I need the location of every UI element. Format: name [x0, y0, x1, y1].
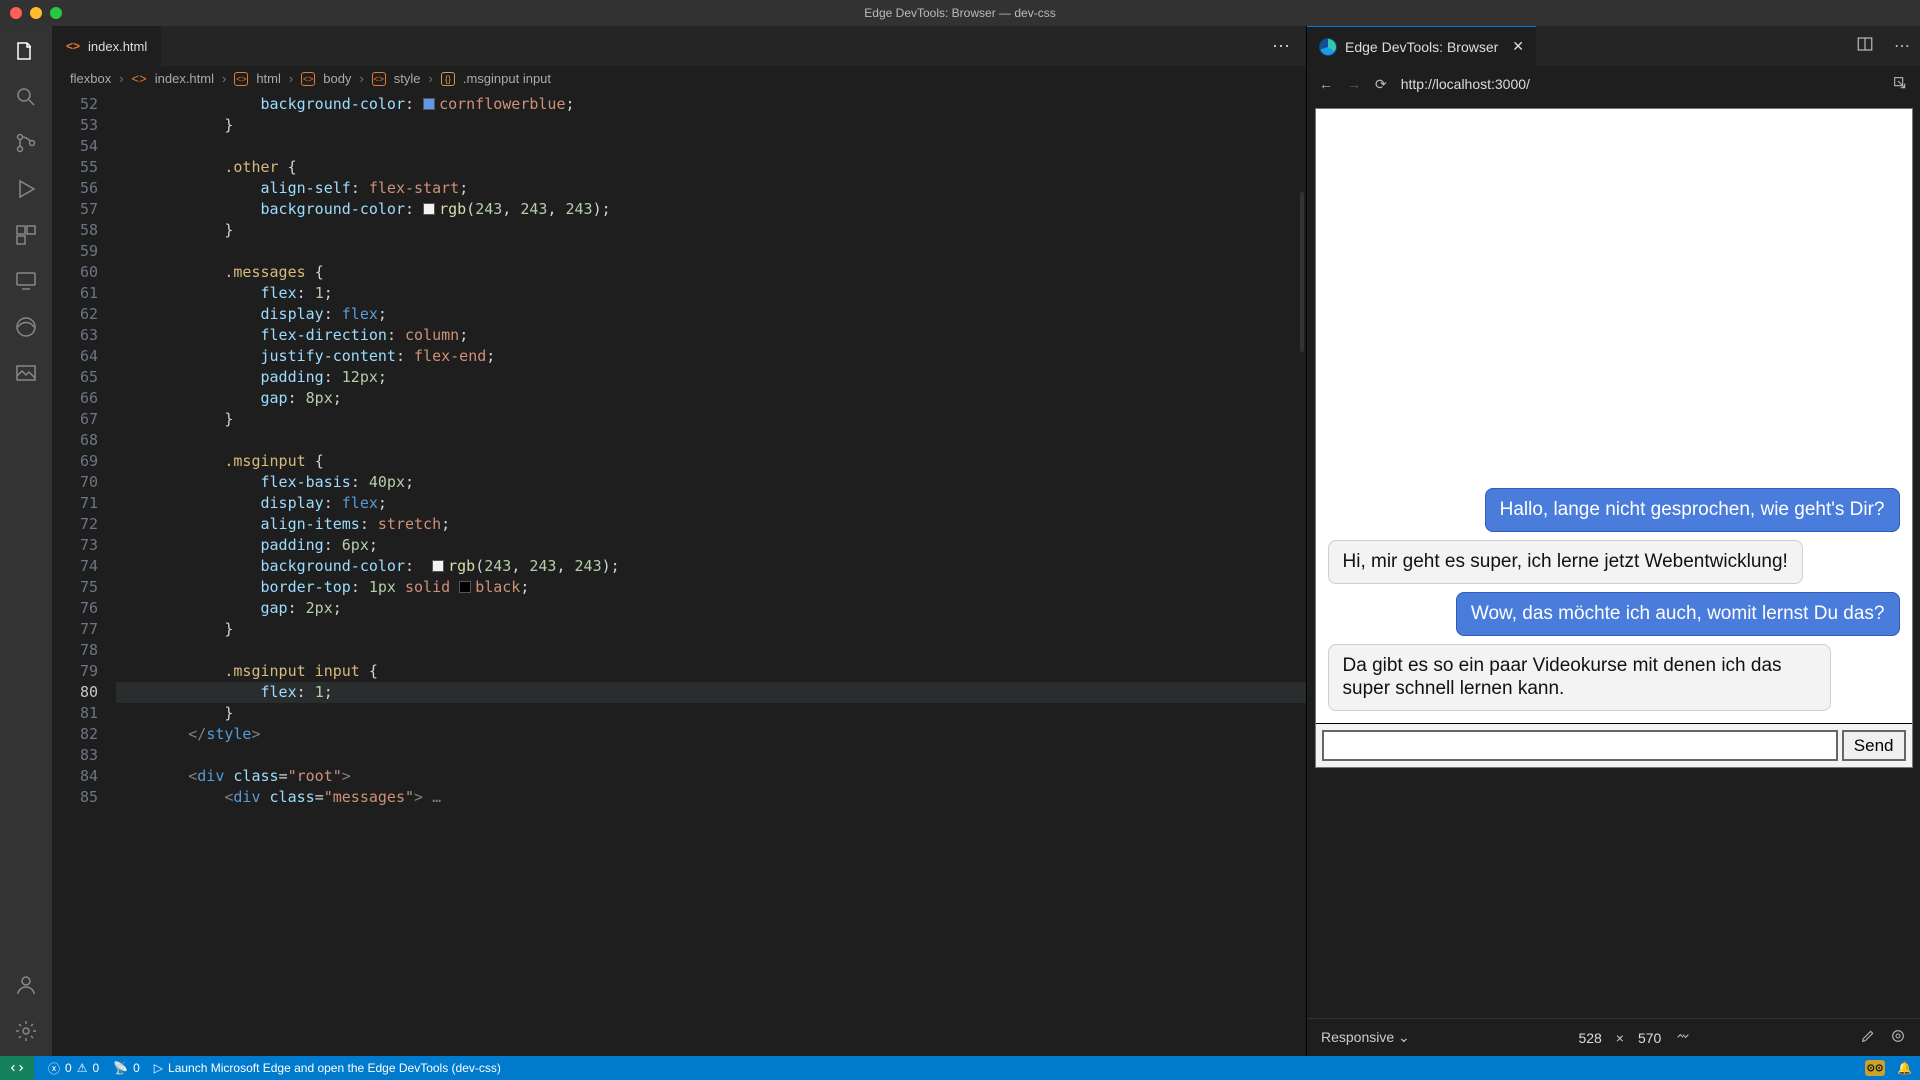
breadcrumb-body[interactable]: body: [323, 71, 351, 86]
send-button[interactable]: Send: [1842, 730, 1906, 761]
viewport-sep: ×: [1616, 1030, 1624, 1046]
radio-tower-icon: 📡: [113, 1061, 128, 1075]
ports-count: 0: [133, 1061, 140, 1075]
debug-icon: ▷: [154, 1061, 163, 1075]
source-control-icon[interactable]: [13, 130, 39, 156]
open-external-icon[interactable]: [1892, 75, 1908, 94]
split-editor-icon[interactable]: [1846, 35, 1884, 58]
panel-more-icon[interactable]: ⋯: [1884, 36, 1920, 56]
remote-indicator[interactable]: [0, 1056, 34, 1080]
problems-indicator[interactable]: ⓧ 0 ⚠ 0: [48, 1060, 99, 1077]
editor-tab-label: index.html: [88, 39, 147, 54]
chat-message: Da gibt es so ein paar Videokurse mit de…: [1328, 644, 1831, 712]
chat-message: Wow, das möchte ich auch, womit lernst D…: [1456, 592, 1900, 636]
line-number-gutter: 5253545556575859606162636465666768697071…: [52, 94, 116, 808]
nav-back-icon[interactable]: ←: [1319, 76, 1333, 92]
task-status[interactable]: ▷ Launch Microsoft Edge and open the Edg…: [154, 1061, 501, 1075]
window-close-button[interactable]: [10, 7, 22, 19]
accounts-icon[interactable]: [13, 972, 39, 998]
breadcrumb-style[interactable]: style: [394, 71, 421, 86]
chat-messages: Hallo, lange nicht gesprochen, wie geht'…: [1316, 109, 1912, 723]
address-bar[interactable]: http://localhost:3000/: [1401, 76, 1878, 92]
devtools-browser-pane: Edge DevTools: Browser ✕ ⋯ ← → ⟳ http://…: [1306, 26, 1920, 1056]
chat-message: Hallo, lange nicht gesprochen, wie geht'…: [1485, 488, 1900, 532]
symbol-element-icon: <>: [301, 72, 315, 86]
task-label: Launch Microsoft Edge and open the Edge …: [168, 1061, 501, 1075]
breadcrumb-selector[interactable]: .msginput input: [463, 71, 551, 86]
viewport-height[interactable]: 570: [1638, 1030, 1661, 1046]
edge-browser-icon: [1319, 38, 1337, 56]
code-editor[interactable]: 5253545556575859606162636465666768697071…: [52, 92, 1306, 1056]
devtools-tab[interactable]: Edge DevTools: Browser ✕: [1307, 26, 1536, 66]
window-minimize-button[interactable]: [30, 7, 42, 19]
editor-pane: <> index.html ⋯ flexbox› <> index.html› …: [52, 26, 1306, 1056]
status-bar: ⓧ0 ⚠0 📡0 ▷ Launch Microsoft Edge and ope…: [0, 1056, 1920, 1080]
minimap-scrollbar[interactable]: [1300, 192, 1304, 352]
run-debug-icon[interactable]: [13, 176, 39, 202]
close-tab-icon[interactable]: ✕: [1512, 38, 1524, 55]
settings-gear-icon[interactable]: [13, 1018, 39, 1044]
explorer-icon[interactable]: [13, 38, 39, 64]
warning-count: 0: [92, 1061, 99, 1075]
symbol-element-icon: <>: [234, 72, 248, 86]
symbol-rule-icon: {}: [441, 72, 455, 86]
error-count: 0: [65, 1061, 72, 1075]
edit-icon[interactable]: [1860, 1028, 1876, 1047]
error-icon: ⓧ: [48, 1060, 60, 1077]
extensions-icon[interactable]: [13, 222, 39, 248]
breadcrumb-folder[interactable]: flexbox: [70, 71, 111, 86]
breadcrumbs[interactable]: flexbox› <> index.html› <> html› <> body…: [52, 66, 1306, 92]
browser-toolbar: ← → ⟳ http://localhost:3000/: [1307, 66, 1920, 102]
search-icon[interactable]: [13, 84, 39, 110]
responsive-toolbar: Responsive ⌄ 528 × 570: [1307, 1018, 1920, 1056]
editor-more-actions-button[interactable]: ⋯: [1258, 36, 1306, 57]
chat-text-input[interactable]: [1322, 730, 1838, 761]
ports-indicator[interactable]: 📡0: [113, 1061, 140, 1075]
responsive-viewport[interactable]: Hallo, lange nicht gesprochen, wie geht'…: [1315, 108, 1913, 768]
html-file-icon: <>: [132, 71, 147, 86]
devtools-tab-label: Edge DevTools: Browser: [1345, 39, 1498, 55]
rotate-icon[interactable]: [1675, 1028, 1691, 1047]
viewport-width[interactable]: 528: [1578, 1030, 1601, 1046]
chevron-down-icon: ⌄: [1398, 1029, 1410, 1045]
activity-bar: [0, 26, 52, 1056]
notifications-icon[interactable]: 🔔: [1897, 1061, 1912, 1075]
breadcrumb-html[interactable]: html: [256, 71, 281, 86]
symbol-element-icon: <>: [372, 72, 386, 86]
editor-tab-row: <> index.html ⋯: [52, 26, 1306, 66]
nav-forward-icon[interactable]: →: [1347, 76, 1361, 92]
window-title: Edge DevTools: Browser — dev-css: [864, 6, 1055, 20]
remote-explorer-icon[interactable]: [13, 268, 39, 294]
chat-input-bar: Send: [1316, 723, 1912, 767]
window-zoom-button[interactable]: [50, 7, 62, 19]
target-icon[interactable]: [1890, 1028, 1906, 1047]
window-titlebar: Edge DevTools: Browser — dev-css: [0, 0, 1920, 26]
copilot-icon[interactable]: ⊙⊙: [1865, 1060, 1885, 1076]
warning-icon: ⚠: [77, 1061, 88, 1075]
edge-tools-icon[interactable]: [13, 314, 39, 340]
editor-tab-index-html[interactable]: <> index.html: [52, 26, 162, 66]
gallery-icon[interactable]: [13, 360, 39, 386]
html-file-icon: <>: [66, 39, 80, 53]
device-dropdown[interactable]: Responsive ⌄: [1321, 1029, 1410, 1046]
breadcrumb-file[interactable]: index.html: [155, 71, 214, 86]
chat-message: Hi, mir geht es super, ich lerne jetzt W…: [1328, 540, 1803, 584]
reload-icon[interactable]: ⟳: [1375, 76, 1387, 93]
